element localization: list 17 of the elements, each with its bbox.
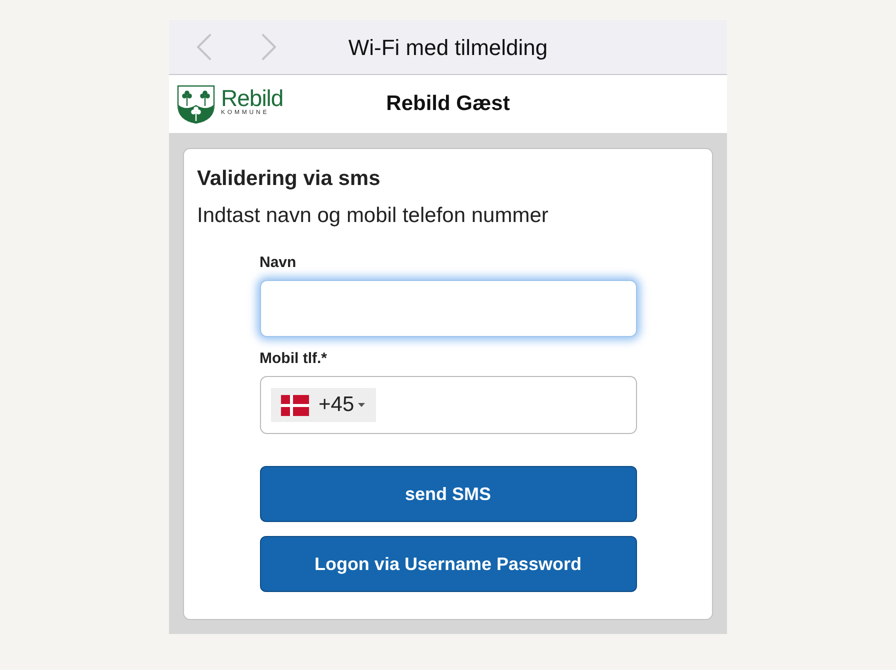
caret-icon: [358, 403, 366, 407]
chevron-right-icon: [261, 34, 277, 60]
name-input-field[interactable]: [260, 280, 636, 337]
country-code-dropdown[interactable]: +45: [270, 388, 376, 422]
card-title: Validering via sms: [197, 167, 382, 191]
logon-button[interactable]: Logon via Username Password: [260, 536, 636, 592]
chevron-left-icon: [196, 34, 212, 60]
phone-input-field[interactable]: +45: [260, 376, 636, 434]
card-subtitle: Indtast navn og mobil telefon nummer: [197, 204, 550, 228]
browser-title: Wi-Fi med tilmelding: [348, 34, 548, 62]
flag-icon: [280, 394, 308, 416]
send-sms-button[interactable]: send SMS: [260, 466, 636, 522]
field-label: Mobil tlf.*: [260, 350, 328, 368]
page-title: Rebild Gæst: [386, 91, 510, 118]
logo-text: Rebild: [221, 86, 284, 110]
shield-logo-icon: [177, 84, 215, 124]
field-label: Navn: [260, 254, 298, 272]
